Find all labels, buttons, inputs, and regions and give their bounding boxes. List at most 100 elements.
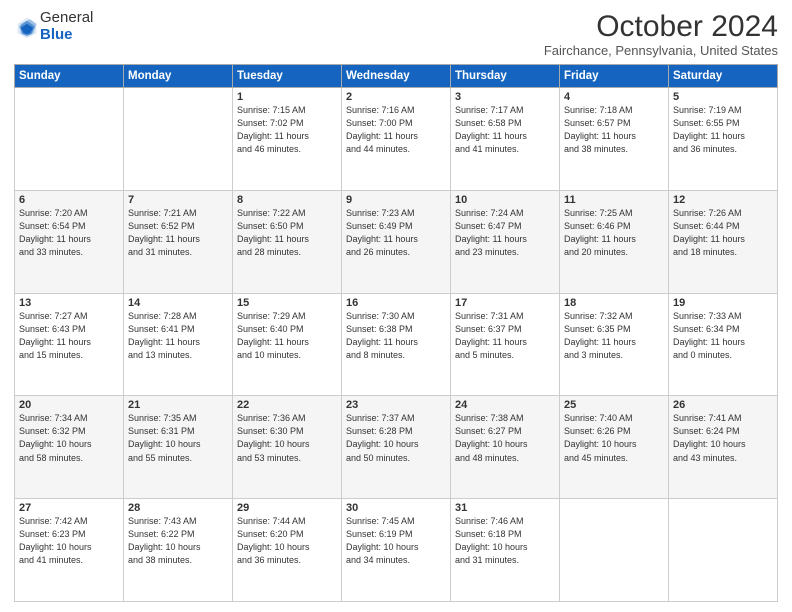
- calendar-cell: 3Sunrise: 7:17 AM Sunset: 6:58 PM Daylig…: [451, 88, 560, 191]
- calendar-cell: [15, 88, 124, 191]
- calendar-cell: 11Sunrise: 7:25 AM Sunset: 6:46 PM Dayli…: [560, 190, 669, 293]
- day-number: 19: [673, 297, 773, 309]
- calendar-cell: 17Sunrise: 7:31 AM Sunset: 6:37 PM Dayli…: [451, 293, 560, 396]
- day-info: Sunrise: 7:42 AM Sunset: 6:23 PM Dayligh…: [19, 515, 119, 567]
- logo-icon: [16, 16, 38, 38]
- day-info: Sunrise: 7:20 AM Sunset: 6:54 PM Dayligh…: [19, 207, 119, 259]
- day-number: 27: [19, 502, 119, 514]
- day-number: 18: [564, 297, 664, 309]
- calendar-cell: 13Sunrise: 7:27 AM Sunset: 6:43 PM Dayli…: [15, 293, 124, 396]
- header: General Blue October 2024 Fairchance, Pe…: [14, 10, 778, 58]
- day-info: Sunrise: 7:15 AM Sunset: 7:02 PM Dayligh…: [237, 104, 337, 156]
- day-info: Sunrise: 7:27 AM Sunset: 6:43 PM Dayligh…: [19, 310, 119, 362]
- day-number: 26: [673, 399, 773, 411]
- day-info: Sunrise: 7:40 AM Sunset: 6:26 PM Dayligh…: [564, 412, 664, 464]
- calendar-cell: 30Sunrise: 7:45 AM Sunset: 6:19 PM Dayli…: [342, 499, 451, 602]
- day-info: Sunrise: 7:16 AM Sunset: 7:00 PM Dayligh…: [346, 104, 446, 156]
- title-block: October 2024 Fairchance, Pennsylvania, U…: [544, 10, 778, 58]
- day-info: Sunrise: 7:45 AM Sunset: 6:19 PM Dayligh…: [346, 515, 446, 567]
- day-info: Sunrise: 7:38 AM Sunset: 6:27 PM Dayligh…: [455, 412, 555, 464]
- day-header-friday: Friday: [560, 65, 669, 88]
- calendar-cell: 28Sunrise: 7:43 AM Sunset: 6:22 PM Dayli…: [124, 499, 233, 602]
- day-number: 16: [346, 297, 446, 309]
- day-info: Sunrise: 7:41 AM Sunset: 6:24 PM Dayligh…: [673, 412, 773, 464]
- day-header-monday: Monday: [124, 65, 233, 88]
- day-info: Sunrise: 7:17 AM Sunset: 6:58 PM Dayligh…: [455, 104, 555, 156]
- day-info: Sunrise: 7:31 AM Sunset: 6:37 PM Dayligh…: [455, 310, 555, 362]
- calendar-cell: 26Sunrise: 7:41 AM Sunset: 6:24 PM Dayli…: [669, 396, 778, 499]
- day-number: 7: [128, 194, 228, 206]
- day-number: 21: [128, 399, 228, 411]
- calendar-cell: 31Sunrise: 7:46 AM Sunset: 6:18 PM Dayli…: [451, 499, 560, 602]
- calendar-cell: 12Sunrise: 7:26 AM Sunset: 6:44 PM Dayli…: [669, 190, 778, 293]
- day-number: 4: [564, 91, 664, 103]
- calendar-cell: 7Sunrise: 7:21 AM Sunset: 6:52 PM Daylig…: [124, 190, 233, 293]
- day-info: Sunrise: 7:29 AM Sunset: 6:40 PM Dayligh…: [237, 310, 337, 362]
- calendar-cell: 22Sunrise: 7:36 AM Sunset: 6:30 PM Dayli…: [233, 396, 342, 499]
- day-number: 29: [237, 502, 337, 514]
- location: Fairchance, Pennsylvania, United States: [544, 43, 778, 58]
- day-number: 20: [19, 399, 119, 411]
- calendar-cell: [124, 88, 233, 191]
- calendar-week-2: 6Sunrise: 7:20 AM Sunset: 6:54 PM Daylig…: [15, 190, 778, 293]
- logo-general-text: General: [40, 10, 93, 27]
- calendar-header-row: SundayMondayTuesdayWednesdayThursdayFrid…: [15, 65, 778, 88]
- day-number: 3: [455, 91, 555, 103]
- logo-blue-text: Blue: [40, 27, 93, 44]
- calendar-cell: 16Sunrise: 7:30 AM Sunset: 6:38 PM Dayli…: [342, 293, 451, 396]
- calendar-cell: 27Sunrise: 7:42 AM Sunset: 6:23 PM Dayli…: [15, 499, 124, 602]
- logo-text: General Blue: [40, 10, 93, 43]
- month-title: October 2024: [544, 10, 778, 43]
- day-number: 13: [19, 297, 119, 309]
- day-number: 14: [128, 297, 228, 309]
- calendar-cell: 19Sunrise: 7:33 AM Sunset: 6:34 PM Dayli…: [669, 293, 778, 396]
- calendar-cell: 29Sunrise: 7:44 AM Sunset: 6:20 PM Dayli…: [233, 499, 342, 602]
- day-number: 23: [346, 399, 446, 411]
- day-header-thursday: Thursday: [451, 65, 560, 88]
- calendar-cell: 4Sunrise: 7:18 AM Sunset: 6:57 PM Daylig…: [560, 88, 669, 191]
- calendar-cell: 8Sunrise: 7:22 AM Sunset: 6:50 PM Daylig…: [233, 190, 342, 293]
- day-info: Sunrise: 7:34 AM Sunset: 6:32 PM Dayligh…: [19, 412, 119, 464]
- day-info: Sunrise: 7:21 AM Sunset: 6:52 PM Dayligh…: [128, 207, 228, 259]
- day-info: Sunrise: 7:46 AM Sunset: 6:18 PM Dayligh…: [455, 515, 555, 567]
- day-info: Sunrise: 7:28 AM Sunset: 6:41 PM Dayligh…: [128, 310, 228, 362]
- logo: General Blue: [14, 10, 93, 43]
- day-info: Sunrise: 7:19 AM Sunset: 6:55 PM Dayligh…: [673, 104, 773, 156]
- day-info: Sunrise: 7:26 AM Sunset: 6:44 PM Dayligh…: [673, 207, 773, 259]
- day-number: 6: [19, 194, 119, 206]
- day-header-saturday: Saturday: [669, 65, 778, 88]
- calendar-cell: 21Sunrise: 7:35 AM Sunset: 6:31 PM Dayli…: [124, 396, 233, 499]
- day-number: 2: [346, 91, 446, 103]
- day-info: Sunrise: 7:35 AM Sunset: 6:31 PM Dayligh…: [128, 412, 228, 464]
- day-number: 9: [346, 194, 446, 206]
- day-header-sunday: Sunday: [15, 65, 124, 88]
- calendar-cell: 2Sunrise: 7:16 AM Sunset: 7:00 PM Daylig…: [342, 88, 451, 191]
- day-number: 15: [237, 297, 337, 309]
- day-header-tuesday: Tuesday: [233, 65, 342, 88]
- calendar-cell: [669, 499, 778, 602]
- calendar-cell: 6Sunrise: 7:20 AM Sunset: 6:54 PM Daylig…: [15, 190, 124, 293]
- day-number: 5: [673, 91, 773, 103]
- calendar-week-1: 1Sunrise: 7:15 AM Sunset: 7:02 PM Daylig…: [15, 88, 778, 191]
- calendar-cell: 18Sunrise: 7:32 AM Sunset: 6:35 PM Dayli…: [560, 293, 669, 396]
- day-info: Sunrise: 7:23 AM Sunset: 6:49 PM Dayligh…: [346, 207, 446, 259]
- day-info: Sunrise: 7:37 AM Sunset: 6:28 PM Dayligh…: [346, 412, 446, 464]
- day-number: 31: [455, 502, 555, 514]
- day-header-wednesday: Wednesday: [342, 65, 451, 88]
- day-number: 10: [455, 194, 555, 206]
- day-info: Sunrise: 7:18 AM Sunset: 6:57 PM Dayligh…: [564, 104, 664, 156]
- day-number: 28: [128, 502, 228, 514]
- calendar-cell: 9Sunrise: 7:23 AM Sunset: 6:49 PM Daylig…: [342, 190, 451, 293]
- day-number: 17: [455, 297, 555, 309]
- calendar-cell: 15Sunrise: 7:29 AM Sunset: 6:40 PM Dayli…: [233, 293, 342, 396]
- calendar-cell: [560, 499, 669, 602]
- day-number: 12: [673, 194, 773, 206]
- calendar-cell: 1Sunrise: 7:15 AM Sunset: 7:02 PM Daylig…: [233, 88, 342, 191]
- day-number: 8: [237, 194, 337, 206]
- calendar-cell: 23Sunrise: 7:37 AM Sunset: 6:28 PM Dayli…: [342, 396, 451, 499]
- calendar-cell: 10Sunrise: 7:24 AM Sunset: 6:47 PM Dayli…: [451, 190, 560, 293]
- day-info: Sunrise: 7:33 AM Sunset: 6:34 PM Dayligh…: [673, 310, 773, 362]
- calendar-cell: 5Sunrise: 7:19 AM Sunset: 6:55 PM Daylig…: [669, 88, 778, 191]
- calendar-cell: 24Sunrise: 7:38 AM Sunset: 6:27 PM Dayli…: [451, 396, 560, 499]
- calendar-week-5: 27Sunrise: 7:42 AM Sunset: 6:23 PM Dayli…: [15, 499, 778, 602]
